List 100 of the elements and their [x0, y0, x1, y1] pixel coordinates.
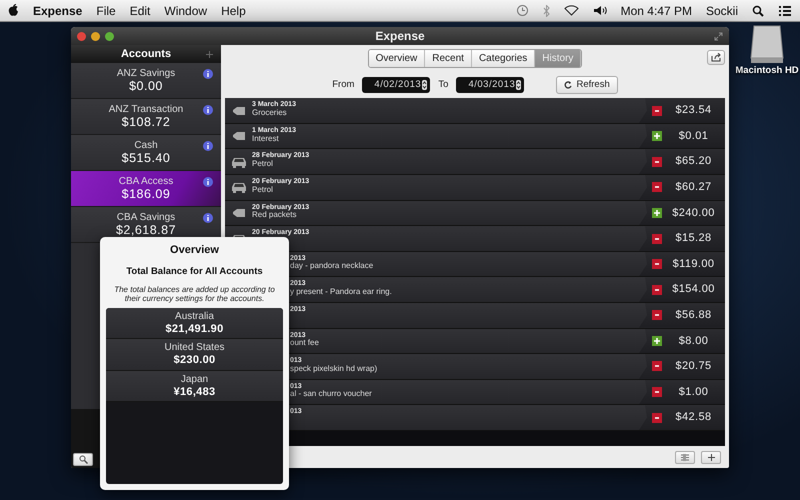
country-name: Japan	[180, 374, 208, 386]
transaction-amount: $20.75	[674, 359, 713, 374]
minimize-button[interactable]	[91, 32, 100, 40]
popover-title: Overview	[170, 243, 219, 258]
minus-icon[interactable]	[652, 182, 662, 192]
minus-icon[interactable]	[652, 234, 662, 244]
minus-icon[interactable]	[652, 412, 662, 423]
date-field[interactable]: 4/02/2013	[362, 77, 430, 94]
transaction-amount: $65.20	[674, 154, 713, 170]
transaction-description: Petrol	[252, 160, 274, 169]
drive-label[interactable]: Macintosh HD	[735, 64, 799, 78]
account-balance: $108.72	[122, 115, 170, 130]
menu-item[interactable]: Window	[164, 2, 208, 20]
info-icon[interactable]	[203, 105, 213, 115]
country-total: ¥16,483	[174, 386, 216, 399]
minus-icon[interactable]	[652, 156, 662, 167]
menu-item[interactable]: Help	[221, 2, 246, 20]
from-label: From	[332, 78, 354, 92]
tab[interactable]: Recent	[425, 50, 472, 67]
account-item[interactable]: Cash $515.40	[71, 135, 221, 171]
transaction-amount: $0.01	[678, 128, 710, 144]
wifi-icon[interactable]	[564, 5, 579, 16]
account-balance: $186.09	[122, 187, 170, 202]
user-name[interactable]: Sockii	[706, 2, 738, 20]
account-item[interactable]: CBA Access $186.09	[71, 171, 221, 207]
add-icon[interactable]	[206, 50, 213, 58]
transaction-description: Interest	[252, 134, 280, 144]
search-icon	[78, 455, 88, 464]
info-icon[interactable]	[203, 141, 213, 151]
clock-text[interactable]: Mon 4:47 PM	[620, 2, 692, 20]
account-item[interactable]: ANZ Savings $0.00	[71, 63, 221, 99]
share-button[interactable]	[707, 50, 725, 65]
hard-drive-icon[interactable]	[750, 24, 784, 64]
menu-item[interactable]: Edit	[130, 2, 150, 20]
plus-icon[interactable]	[652, 131, 662, 142]
refresh-button[interactable]: Refresh	[556, 76, 618, 94]
share-icon	[710, 53, 722, 62]
bluetooth-icon[interactable]	[542, 4, 550, 16]
filter-icon	[680, 452, 690, 462]
info-icon[interactable]	[203, 213, 213, 223]
transaction-amount: $60.27	[674, 180, 713, 196]
fullscreen-icon[interactable]	[714, 32, 723, 40]
overview-button[interactable]	[73, 453, 93, 466]
transaction-amount: $154.00	[671, 282, 716, 298]
account-name: ANZ Savings	[116, 68, 176, 80]
transaction-description: day - pandora necklace	[290, 262, 374, 272]
search-icon[interactable]	[752, 4, 764, 16]
transaction-amount: $15.28	[674, 231, 713, 246]
info-icon[interactable]	[203, 69, 213, 79]
sidebar-title: Accounts	[120, 46, 172, 62]
car-icon	[230, 156, 246, 168]
popover-subtitle: Total Balance for All Accounts	[126, 264, 263, 278]
transaction-amount: $8.00	[678, 334, 710, 349]
list-icon[interactable]	[778, 4, 792, 16]
transaction-amount: $23.54	[674, 103, 713, 118]
tab[interactable]: Categories	[472, 50, 536, 67]
minus-icon[interactable]	[652, 106, 662, 116]
zoom-button[interactable]	[105, 32, 114, 40]
country-name: Australia	[175, 310, 214, 323]
country-name: United States	[164, 342, 225, 354]
add-icon	[708, 454, 714, 460]
account-name: CBA Savings	[116, 212, 176, 224]
close-button[interactable]	[77, 32, 86, 40]
date-field[interactable]: 4/03/2013	[456, 77, 524, 94]
minus-icon[interactable]	[652, 284, 662, 295]
info-icon[interactable]	[203, 177, 213, 187]
transaction-description: speck pixelskin hd wrap)	[290, 364, 378, 374]
filter-button[interactable]	[675, 450, 695, 464]
to-label: To	[438, 78, 448, 92]
minus-icon[interactable]	[652, 387, 662, 398]
transaction-description: Red packets	[252, 211, 298, 220]
account-balance: $0.00	[129, 79, 163, 94]
transaction-amount: $56.88	[674, 308, 713, 324]
account-item[interactable]: ANZ Transaction $108.72	[71, 99, 221, 135]
transaction-description: Groceries	[252, 108, 288, 118]
app-menu[interactable]: Expense	[33, 2, 82, 20]
clock-icon[interactable]	[516, 4, 529, 17]
transaction-description: y present - Pandora ear ring.	[290, 288, 393, 297]
transaction-amount: $42.58	[674, 410, 713, 426]
stepper-icon[interactable]	[422, 80, 428, 90]
tab[interactable]: Overview	[368, 50, 426, 67]
plus-icon[interactable]	[652, 336, 662, 346]
minus-icon[interactable]	[652, 361, 662, 372]
transaction-amount: $1.00	[678, 384, 710, 400]
add-button[interactable]	[701, 450, 721, 464]
plus-icon[interactable]	[652, 208, 662, 218]
volume-icon[interactable]	[592, 5, 607, 16]
account-balance: $2,618.87	[116, 223, 176, 238]
tag-icon	[232, 208, 246, 218]
transaction-description: Petrol	[252, 186, 274, 194]
country-total: $21,491.90	[165, 322, 224, 336]
menu-item[interactable]: File	[96, 2, 116, 20]
minus-icon[interactable]	[652, 310, 662, 320]
refresh-icon	[564, 81, 572, 90]
account-name: ANZ Transaction	[108, 104, 184, 116]
minus-icon[interactable]	[652, 259, 662, 270]
stepper-icon[interactable]	[516, 80, 522, 90]
transaction-amount: $119.00	[672, 256, 716, 272]
tag-icon	[232, 106, 246, 116]
apple-icon[interactable]	[8, 4, 19, 17]
